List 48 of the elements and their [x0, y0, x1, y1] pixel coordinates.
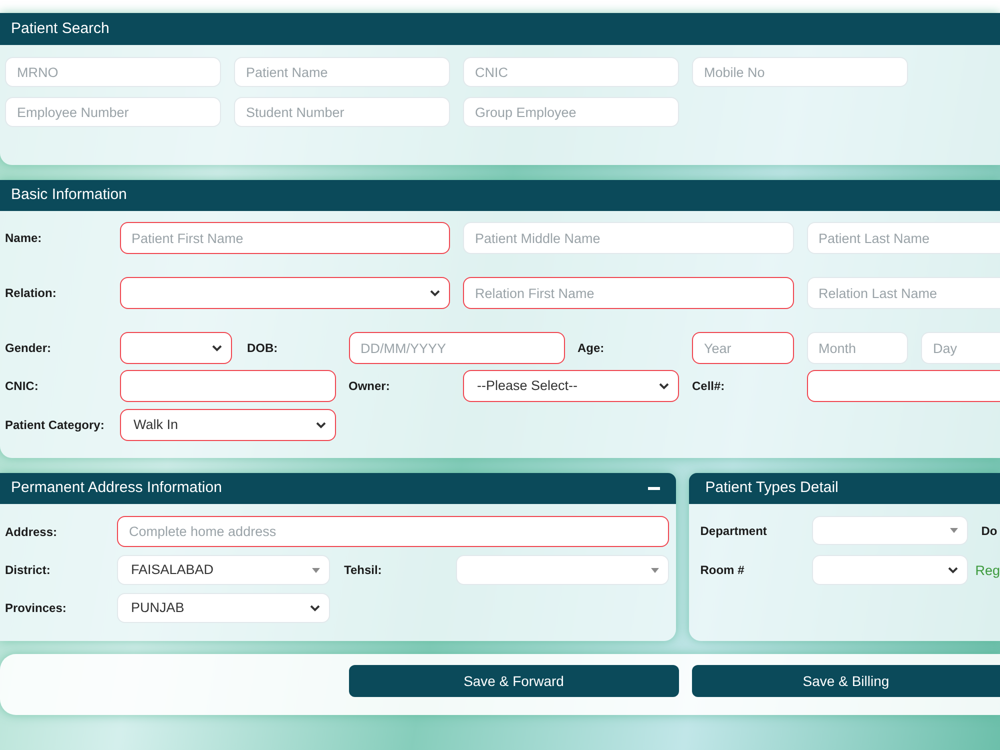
field-label: Tehsil:: [344, 562, 382, 579]
chevron-down-icon: [948, 566, 958, 574]
panel-title: Basic Information: [11, 185, 127, 206]
field-label: Address:: [5, 524, 58, 540]
field-label: DOB:: [247, 340, 278, 357]
action-button[interactable]: Save & Billing: [692, 665, 1000, 697]
panel-title: Permanent Address Information: [11, 478, 222, 498]
field-label: Relation:: [5, 285, 56, 302]
action-button[interactable]: Save & Forward: [348, 665, 679, 697]
status-text: Reg: [975, 562, 1000, 580]
field-label: Gender:: [5, 340, 52, 357]
minus-icon: [648, 487, 660, 490]
text-input[interactable]: Relation First Name: [463, 277, 794, 309]
text-input[interactable]: [806, 370, 1000, 402]
field-label: Owner:: [348, 378, 390, 395]
chevron-down-icon: [316, 422, 326, 428]
caret-down-icon: [651, 568, 659, 572]
panel-title: Patient Search: [11, 18, 110, 39]
field-label: Cell#:: [692, 378, 725, 395]
text-input[interactable]: Year: [692, 332, 794, 364]
chevron-down-icon: [430, 290, 440, 296]
field-label: Age:: [578, 340, 604, 357]
field-label: Room #: [700, 562, 744, 579]
field-label: Do: [981, 522, 998, 540]
panel-title: Patient Types Detail: [705, 478, 838, 498]
field-label: District:: [5, 562, 50, 579]
dropdown-field[interactable]: [456, 555, 669, 585]
dropdown-field[interactable]: [812, 516, 968, 545]
field-label: Provinces:: [5, 600, 66, 617]
chevron-down-icon: [310, 604, 320, 612]
select-field[interactable]: [120, 277, 450, 309]
caret-down-icon: [312, 568, 320, 572]
dropdown-field[interactable]: FAISALABAD: [117, 555, 330, 585]
field-label: Patient Category:: [5, 417, 104, 434]
chevron-down-icon: [659, 382, 669, 390]
text-input[interactable]: Patient First Name: [120, 222, 450, 254]
text-input[interactable]: DD/MM/YYYY: [348, 332, 564, 364]
select-field[interactable]: PUNJAB: [117, 593, 330, 623]
select-field[interactable]: --Please Select--: [463, 370, 679, 402]
select-field[interactable]: Walk In: [120, 409, 336, 441]
text-input[interactable]: [120, 370, 336, 402]
caret-down-icon: [950, 528, 958, 533]
field-label: Name:: [5, 230, 42, 247]
text-input[interactable]: Complete home address: [117, 516, 669, 547]
chevron-down-icon: [212, 344, 222, 352]
field-label: Department: [700, 522, 767, 540]
field-label: CNIC:: [5, 378, 38, 395]
select-field[interactable]: [120, 332, 232, 364]
